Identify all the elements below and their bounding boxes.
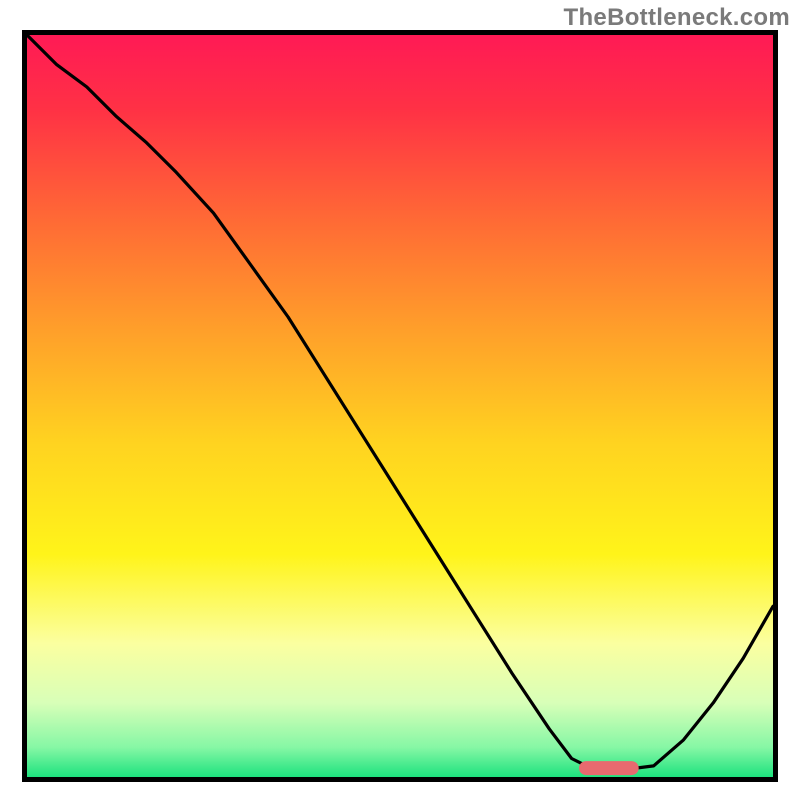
watermark-text: TheBottleneck.com bbox=[564, 4, 790, 32]
bottleneck-chart: TheBottleneck.com bbox=[0, 0, 800, 800]
optimal-marker bbox=[27, 35, 773, 777]
plot-frame bbox=[22, 30, 778, 782]
plot-area bbox=[27, 35, 773, 777]
